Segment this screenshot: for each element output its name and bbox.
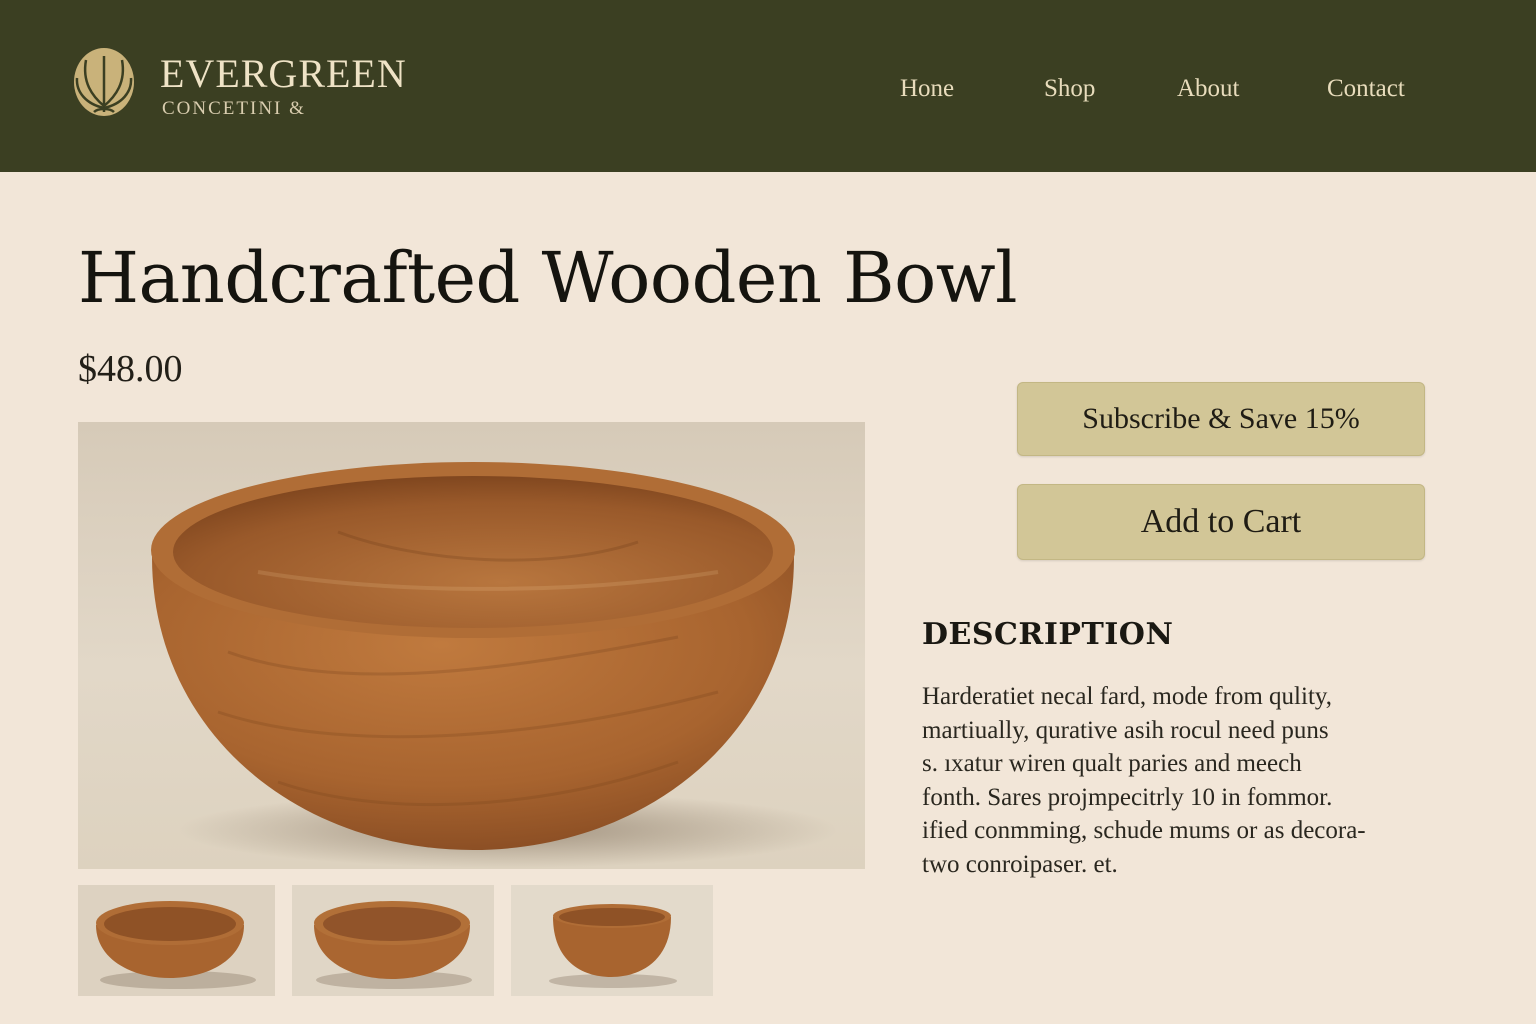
- product-thumbnail[interactable]: [78, 885, 275, 996]
- nav-link-about[interactable]: About: [1177, 76, 1240, 101]
- add-to-cart-button[interactable]: Add to Cart: [1017, 484, 1425, 560]
- leaf-shell-icon[interactable]: [72, 46, 136, 118]
- product-title: Handcrafted Wooden Bowl: [78, 237, 1018, 319]
- description-line: Harderatiet necal fard, mode from qulity…: [922, 683, 1333, 710]
- nav-link-contact[interactable]: Contact: [1327, 76, 1405, 101]
- nav-link-shop[interactable]: Shop: [1044, 76, 1095, 101]
- description-line: s. ıxatur wiren qualt paries and meech: [922, 750, 1302, 777]
- brand-subtitle: CONCETINI &: [162, 98, 306, 119]
- brand-name[interactable]: EVERGREEN: [160, 54, 407, 94]
- product-price: $48.00: [78, 348, 183, 390]
- product-main-image[interactable]: [78, 422, 865, 869]
- description-text: Harderatiet necal fard, mode from qulity…: [922, 680, 1428, 881]
- description-line: martiually, qurative asih rocul need pun…: [922, 716, 1329, 744]
- product-thumbnail[interactable]: [292, 885, 494, 996]
- product-thumbnail[interactable]: [511, 885, 713, 996]
- description-line: two conroipaser. et.: [922, 850, 1118, 878]
- description-line: fonth. Sares projmpecitrly 10 in fommor.: [922, 783, 1333, 811]
- description-heading: DESCRIPTION: [922, 617, 1174, 652]
- description-line: ified conmming, schude mums or as decora…: [922, 817, 1366, 844]
- site-header: EVERGREEN CONCETINI & Hone Shop About Co…: [0, 0, 1536, 172]
- nav-link-home[interactable]: Hone: [900, 76, 954, 101]
- subscribe-save-button[interactable]: Subscribe & Save 15%: [1017, 382, 1425, 456]
